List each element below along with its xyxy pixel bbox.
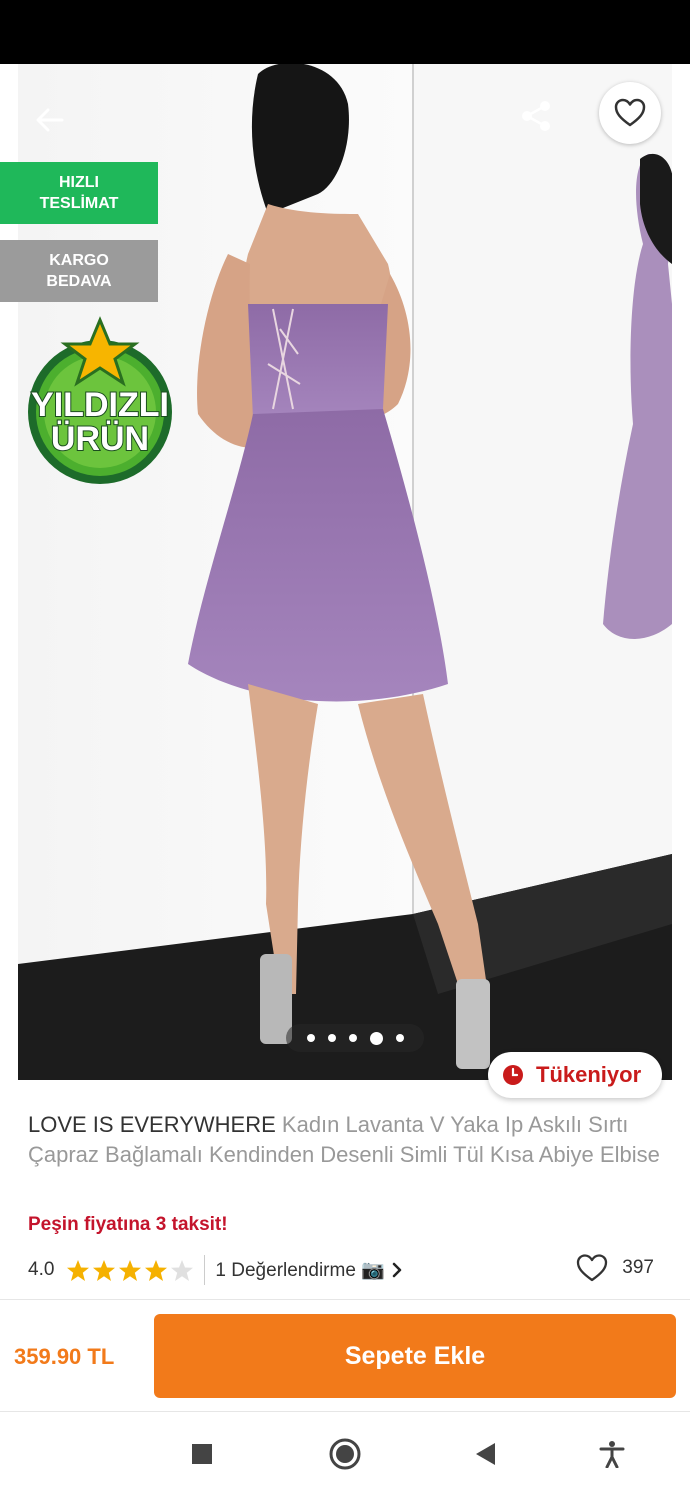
system-navigation-bar [0, 1412, 690, 1495]
clock-icon [503, 1065, 523, 1085]
pager-dot[interactable] [369, 1031, 383, 1045]
chevron-right-icon [392, 1262, 402, 1278]
reviews-label: 1 Değerlendirme 📷 [215, 1260, 385, 1281]
rating-row: 4.0 1 Değerlendirme 📷 397 [28, 1254, 668, 1286]
add-to-cart-button[interactable]: Sepete Ekle [154, 1314, 676, 1398]
arrow-left-icon [36, 108, 64, 132]
star-product-badge: YILDIZLI ÜRÜN [28, 316, 172, 484]
heart-outline-icon [577, 1254, 608, 1282]
free-cargo-badge: KARGO BEDAVA [0, 240, 158, 302]
status-bar [0, 0, 690, 64]
recents-square-icon [192, 1444, 212, 1464]
star-icon [145, 1259, 168, 1281]
product-title: LOVE IS EVERYWHERE Kadın Lavanta V Yaka … [28, 1110, 668, 1170]
accessibility-icon [599, 1441, 625, 1468]
back-button[interactable] [22, 92, 78, 148]
back-triangle-icon [476, 1443, 495, 1465]
star-badge-line2: ÜRÜN [51, 420, 149, 458]
star-icon [119, 1259, 142, 1281]
rating-stars [66, 1259, 194, 1282]
reviews-link[interactable]: 1 Değerlendirme 📷 [215, 1258, 402, 1282]
share-icon [522, 101, 550, 131]
home-circle-icon [329, 1438, 361, 1470]
brand-name[interactable]: LOVE IS EVERYWHERE [28, 1112, 276, 1137]
pager-dot[interactable] [327, 1034, 336, 1042]
recents-button[interactable] [180, 1432, 224, 1476]
fast-delivery-badge: HIZLI TESLİMAT [0, 162, 158, 224]
product-image-gallery[interactable]: HIZLI TESLİMAT KARGO BEDAVA YILDIZLI ÜRÜ… [0, 64, 690, 1080]
favorite-count-value: 397 [622, 1257, 654, 1278]
gallery-edge [672, 64, 690, 1080]
star-badge-line1: YILDIZLI [31, 386, 169, 424]
pager-dot[interactable] [306, 1034, 315, 1042]
favorite-button[interactable] [599, 82, 661, 144]
favorite-count[interactable]: 397 [576, 1254, 654, 1282]
star-icon [171, 1259, 194, 1281]
star-icon [67, 1259, 90, 1281]
rating-value: 4.0 [28, 1259, 55, 1280]
price: 359.90 TL [14, 1344, 115, 1369]
installment-info: Peşin fiyatına 3 taksit! [28, 1214, 228, 1235]
system-back-button[interactable] [464, 1432, 508, 1476]
divider [0, 1299, 690, 1300]
pager-dot[interactable] [348, 1034, 357, 1042]
pager-dot[interactable] [395, 1034, 404, 1042]
home-button[interactable] [323, 1432, 367, 1476]
low-stock-badge: Tükeniyor [488, 1052, 662, 1098]
divider [204, 1255, 206, 1285]
heart-outline-icon [614, 98, 646, 127]
image-pager-dots[interactable] [286, 1024, 424, 1052]
star-icon [93, 1259, 116, 1281]
share-button[interactable] [506, 86, 566, 146]
low-stock-label: Tükeniyor [536, 1062, 642, 1087]
accessibility-button[interactable] [590, 1432, 634, 1476]
